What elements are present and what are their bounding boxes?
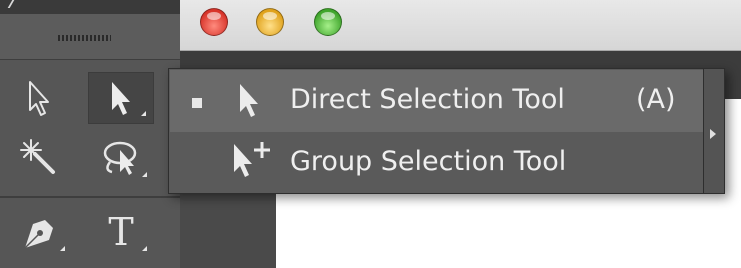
panel-topbar [0,0,180,14]
flyout-item-label: Direct Selection Tool [290,84,565,115]
type-icon: T [108,210,134,254]
zoom-window-button[interactable] [314,8,342,36]
tearoff-arrow-icon [710,129,716,139]
pen-tool[interactable] [6,206,72,258]
direct-selection-tool[interactable] [88,72,154,124]
flyout-item-label: Group Selection Tool [290,146,567,177]
close-window-button[interactable] [200,8,228,36]
tearoff-button[interactable] [703,69,724,193]
selection-arrow-icon [29,81,49,116]
tool-divider [0,196,180,198]
tools-panel: T [0,0,180,268]
pen-icon [24,220,53,249]
type-tool[interactable]: T [88,206,154,258]
direct-selection-arrow-icon [240,84,258,117]
panel-grip-icon[interactable] [58,35,111,41]
magic-wand-icon [20,139,55,174]
tool-group-corner-icon [142,246,147,251]
panel-close-icon[interactable] [7,0,23,8]
flyout-item-shortcut: (A) [636,84,676,115]
lasso-tool[interactable] [88,132,154,184]
flyout-item-group-selection[interactable]: Group Selection Tool [170,132,704,194]
group-selection-arrow-icon [234,142,270,177]
selection-tools-flyout: Direct Selection Tool (A) Group Selectio… [168,68,725,194]
magic-wand-tool[interactable] [6,132,72,184]
selection-tool[interactable] [6,72,72,124]
tool-group-corner-icon [60,246,65,251]
minimize-window-button[interactable] [256,8,284,36]
tool-group-corner-icon [141,111,146,116]
lasso-icon [103,141,137,175]
tool-group-corner-icon [142,172,147,177]
flyout-item-direct-selection[interactable]: Direct Selection Tool (A) [170,70,704,132]
panel-grip-row[interactable] [0,14,180,60]
window-titlebar [180,0,741,51]
direct-selection-arrow-icon [112,82,130,115]
checked-bullet-icon [192,98,202,108]
